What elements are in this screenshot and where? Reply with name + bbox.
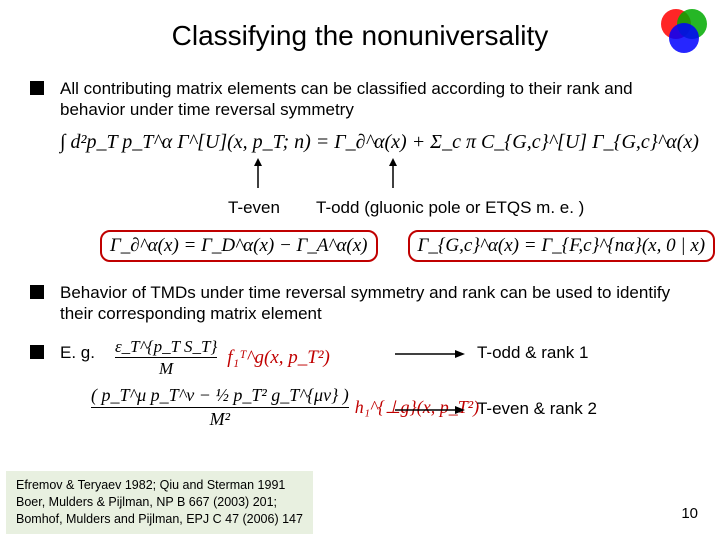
t-odd-rank1-label: T-odd & rank 1 bbox=[477, 342, 589, 363]
example-1: ε_T^{p_T S_T} M f₁ᵀ^g(x, p_T²) bbox=[115, 336, 330, 380]
bullet-marker-icon bbox=[30, 81, 44, 95]
up-arrow-icon bbox=[387, 158, 399, 188]
page-title: Classifying the nonuniversality bbox=[0, 0, 720, 72]
def-formula-1: Γ_∂^α(x) = Γ_D^α(x) − Γ_A^α(x) bbox=[100, 230, 378, 262]
eg1-num: ε_T^{p_T S_T} bbox=[115, 336, 217, 357]
page-number: 10 bbox=[681, 505, 698, 522]
eg1-den: M bbox=[115, 357, 217, 379]
ref-line-3: Bomhof, Mulders and Pijlman, EPJ C 47 (2… bbox=[16, 511, 303, 528]
bullet-marker-icon bbox=[30, 285, 44, 299]
bullet-2: Behavior of TMDs under time reversal sym… bbox=[0, 276, 720, 331]
references-box: Efremov & Teryaev 1982; Qiu and Sterman … bbox=[6, 471, 313, 534]
eg2-den: M² bbox=[91, 407, 349, 431]
bullet-3-text: E. g. bbox=[60, 342, 95, 452]
ref-line-1: Efremov & Teryaev 1982; Qiu and Sterman … bbox=[16, 477, 303, 494]
eg1-rhs: f₁ᵀ^g(x, p_T²) bbox=[227, 346, 330, 370]
right-arrow-icon bbox=[395, 404, 465, 416]
right-arrow-icon bbox=[395, 348, 465, 360]
venn-diagram-logo bbox=[652, 8, 714, 54]
bullet-3: E. g. ε_T^{p_T S_T} M f₁ᵀ^g(x, p_T²) ( p… bbox=[0, 336, 720, 458]
t-even-label: T-even bbox=[228, 198, 280, 218]
main-formula-row: ∫ d²p_T p_T^α Γ^[U](x, p_T; n) = Γ_∂^α(x… bbox=[0, 127, 720, 158]
bullet-1-text: All contributing matrix elements can be … bbox=[60, 78, 690, 121]
up-arrow-icon bbox=[252, 158, 264, 188]
def-formula-2: Γ_{G,c}^α(x) = Γ_{F,c}^{nα}(x, 0 | x) bbox=[408, 230, 716, 262]
main-formula: ∫ d²p_T p_T^α Γ^[U](x, p_T; n) = Γ_∂^α(x… bbox=[60, 131, 699, 153]
ref-line-2: Boer, Mulders & Pijlman, NP B 667 (2003)… bbox=[16, 494, 303, 511]
eg2-num: ( p_T^μ p_T^ν − ½ p_T² g_T^{μν} ) bbox=[91, 384, 349, 407]
bullet-marker-icon bbox=[30, 345, 44, 359]
bullet-2-text: Behavior of TMDs under time reversal sym… bbox=[60, 282, 690, 325]
definitions-row: Γ_∂^α(x) = Γ_D^α(x) − Γ_A^α(x) Γ_{G,c}^α… bbox=[0, 224, 720, 262]
t-even-rank2-label: T-even & rank 2 bbox=[477, 398, 597, 419]
t-odd-label: T-odd (gluonic pole or ETQS m. e. ) bbox=[316, 198, 584, 218]
bullet-1: All contributing matrix elements can be … bbox=[0, 72, 720, 127]
